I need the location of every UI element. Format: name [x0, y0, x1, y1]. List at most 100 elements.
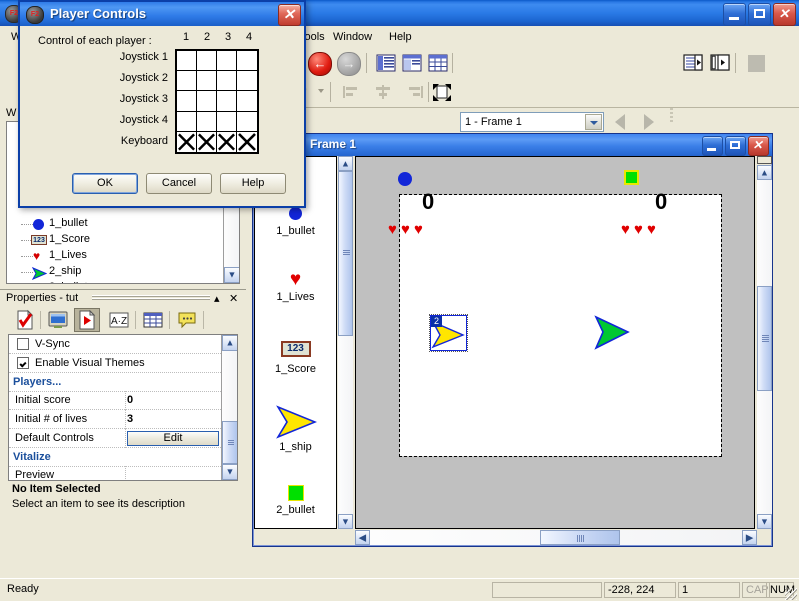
cancel-button[interactable]: Cancel	[146, 173, 212, 194]
scrollbar-thumb[interactable]	[757, 286, 772, 391]
grid-cell-joystick2-p2[interactable]	[197, 71, 217, 91]
grid-cell-joystick3-p2[interactable]	[197, 91, 217, 112]
list-view-icon[interactable]	[374, 51, 398, 75]
property-row-visual-themes[interactable]: Enable Visual Themes	[9, 354, 221, 373]
object-item-1-ship[interactable]: 1_ship	[255, 405, 336, 453]
properties-list[interactable]: V-Sync Enable Visual Themes Players... I…	[8, 334, 238, 481]
object-bar-scrollbar[interactable]: ▲ ▼	[338, 156, 353, 529]
chevron-down-icon[interactable]	[318, 89, 324, 93]
control-assignment-grid[interactable]	[175, 49, 259, 154]
menu-item-window[interactable]: Window	[326, 30, 379, 44]
grid-cell-joystick4-p4[interactable]	[237, 112, 257, 132]
canvas-object-player2-score[interactable]: 0	[655, 189, 667, 215]
dialog-close-button[interactable]: ✕	[278, 4, 301, 26]
frame-minimize-button[interactable]	[702, 136, 723, 156]
edit-controls-button[interactable]: Edit	[127, 431, 219, 446]
grid-view-icon[interactable]	[426, 51, 450, 75]
scroll-up-button[interactable]: ▲	[757, 165, 772, 180]
settings-tab[interactable]	[12, 308, 38, 332]
align-right-icon[interactable]	[404, 82, 426, 102]
grid-cell-joystick2-p4[interactable]	[237, 71, 257, 91]
grid-cell-joystick3-p1[interactable]	[177, 91, 197, 112]
canvas-object-blue-bullet[interactable]	[398, 172, 412, 186]
grid-cell-joystick1-p1[interactable]	[177, 51, 197, 71]
canvas-object-player1-ship[interactable]: 2	[429, 314, 468, 352]
grid-cell-joystick3-p3[interactable]	[217, 91, 237, 112]
canvas-vertical-scrollbar[interactable]: ▲ ▼	[757, 156, 772, 529]
properties-scrollbar[interactable]: ▲ ▼	[221, 335, 237, 480]
scroll-down-button[interactable]: ▼	[338, 514, 353, 529]
object-item-1-bullet[interactable]: 1_bullet	[255, 203, 336, 237]
collapse-button[interactable]: ▴	[214, 292, 220, 305]
ok-button[interactable]: OK	[72, 173, 138, 194]
scroll-up-button[interactable]: ▲	[338, 156, 353, 171]
run-application-icon[interactable]	[709, 52, 733, 76]
property-value[interactable]: 0	[127, 394, 133, 406]
run-frame-icon[interactable]	[682, 52, 706, 76]
next-frame-icon[interactable]	[644, 114, 654, 130]
chevron-down-icon[interactable]	[585, 114, 602, 130]
grid-cell-joystick4-p2[interactable]	[197, 112, 217, 132]
grid-cell-keyboard-p3[interactable]	[217, 132, 237, 152]
scrollbar-thumb[interactable]	[338, 171, 353, 336]
canvas-horizontal-scrollbar[interactable]: ◀ ▶	[355, 530, 757, 545]
scroll-right-button[interactable]: ▶	[742, 530, 757, 545]
split-view-icon[interactable]	[400, 51, 424, 75]
scroll-left-button[interactable]: ◀	[355, 530, 370, 545]
scroll-up-button[interactable]: ▲	[222, 335, 237, 351]
grid-cell-joystick1-p4[interactable]	[237, 51, 257, 71]
panel-close-button[interactable]: ✕	[229, 292, 238, 305]
maximize-button[interactable]	[748, 3, 771, 26]
minimize-button[interactable]	[723, 3, 746, 26]
frame-canvas[interactable]: 0 0 ♥ ♥ ♥ ♥ ♥ ♥ 2	[355, 156, 755, 529]
property-row-vsync[interactable]: V-Sync	[9, 335, 221, 354]
grid-cell-joystick4-p1[interactable]	[177, 112, 197, 132]
grid-cell-joystick2-p3[interactable]	[217, 71, 237, 91]
resize-grip[interactable]	[785, 588, 797, 600]
scroll-down-button[interactable]: ▼	[224, 267, 239, 283]
frame-close-button[interactable]: ✕	[748, 136, 769, 156]
runtime-tab[interactable]	[74, 308, 100, 332]
scroll-down-button[interactable]: ▼	[222, 464, 237, 480]
vsync-checkbox[interactable]	[17, 338, 29, 350]
canvas-object-player1-score[interactable]: 0	[422, 189, 434, 215]
property-row-initial-score[interactable]: Initial score 0	[9, 391, 221, 410]
scroll-down-button[interactable]: ▼	[757, 514, 772, 529]
frame-selector-combo[interactable]: 1 - Frame 1	[460, 112, 604, 132]
property-row-preview[interactable]: Preview	[9, 466, 221, 480]
forward-arrow-icon[interactable]: →	[337, 52, 361, 76]
object-item-1-lives[interactable]: ♥ 1_Lives	[255, 269, 336, 303]
canvas-object-green-bullet[interactable]	[624, 170, 639, 185]
frame-maximize-button[interactable]	[725, 136, 746, 156]
grid-cell-joystick1-p3[interactable]	[217, 51, 237, 71]
property-row-initial-lives[interactable]: Initial # of lives 3	[9, 410, 221, 429]
property-row-default-controls[interactable]: Default Controls Edit	[9, 429, 221, 448]
text-tab[interactable]: A·Z	[106, 308, 132, 332]
help-button[interactable]: Help	[220, 173, 286, 194]
back-arrow-icon[interactable]: ←	[308, 52, 332, 76]
stop-icon[interactable]	[748, 55, 765, 72]
grid-cell-keyboard-p2[interactable]	[197, 132, 217, 152]
object-item-1-score[interactable]: 123 1_Score	[255, 341, 336, 375]
visual-themes-checkbox[interactable]	[17, 357, 29, 369]
object-bar[interactable]: 1_bullet ♥ 1_Lives 123 1_Score 1_ship 2_…	[254, 156, 337, 529]
grid-cell-keyboard-p4[interactable]	[237, 132, 257, 152]
close-button[interactable]: ✕	[773, 3, 796, 26]
align-left-icon[interactable]	[340, 82, 362, 102]
prev-frame-icon[interactable]	[615, 114, 625, 130]
about-tab[interactable]	[174, 308, 200, 332]
property-value[interactable]: 3	[127, 413, 133, 425]
grid-cell-joystick1-p2[interactable]	[197, 51, 217, 71]
scrollbar-thumb[interactable]	[540, 530, 620, 545]
values-tab[interactable]	[140, 308, 166, 332]
fit-to-selection-icon[interactable]	[430, 81, 454, 104]
grid-cell-keyboard-p1[interactable]	[177, 132, 197, 152]
align-center-icon[interactable]	[372, 82, 394, 102]
grid-cell-joystick2-p1[interactable]	[177, 71, 197, 91]
scrollbar-thumb[interactable]	[222, 421, 237, 464]
grid-cell-joystick4-p3[interactable]	[217, 112, 237, 132]
grid-cell-joystick3-p4[interactable]	[237, 91, 257, 112]
menu-item-help[interactable]: Help	[382, 30, 419, 44]
canvas-object-player2-ship[interactable]	[594, 314, 630, 353]
display-tab[interactable]	[45, 308, 71, 332]
